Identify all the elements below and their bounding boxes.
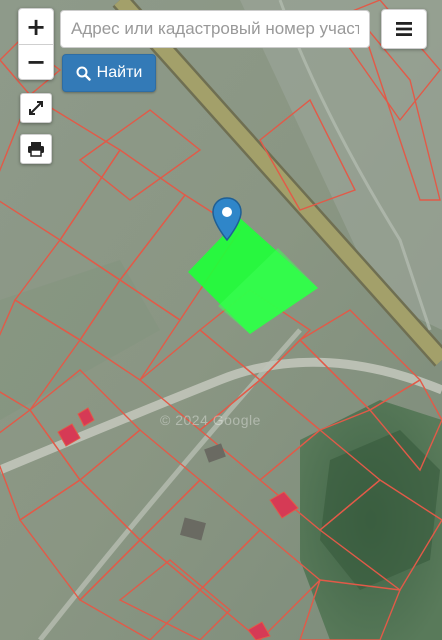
map-view[interactable]: © 2024 Google — [0, 0, 442, 640]
zoom-out-button[interactable]: − — [19, 44, 53, 79]
menu-button[interactable] — [381, 9, 427, 49]
plus-icon: + — [25, 12, 47, 41]
expand-icon — [29, 101, 43, 115]
search-icon — [76, 66, 91, 81]
find-button[interactable]: Найти — [62, 54, 156, 92]
satellite-map[interactable] — [0, 0, 442, 640]
fullscreen-button[interactable] — [20, 93, 52, 123]
zoom-control: + − — [18, 8, 54, 80]
printer-icon — [28, 142, 44, 157]
zoom-in-button[interactable]: + — [19, 9, 53, 44]
hamburger-icon — [396, 22, 412, 36]
minus-icon: − — [25, 48, 47, 76]
search-input[interactable] — [60, 10, 370, 48]
find-button-label: Найти — [96, 64, 143, 81]
location-pin-icon[interactable] — [210, 196, 244, 244]
print-button[interactable] — [20, 134, 52, 164]
map-attribution: © 2024 Google — [160, 412, 261, 428]
